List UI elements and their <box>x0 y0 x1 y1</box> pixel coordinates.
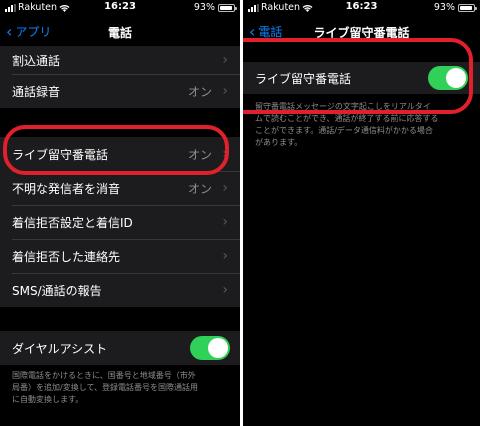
phone-settings-screen: Rakuten 16:23 93% ‹ アプリ 電話 割込通話 › 通話録音 オ… <box>0 0 240 426</box>
chevron-right-icon: › <box>222 83 228 99</box>
row-label: ダイヤルアシスト <box>12 341 108 356</box>
chevron-right-icon: › <box>222 52 228 68</box>
footer-line: があります。 <box>255 138 303 147</box>
footer-line: 国際電話をかけるときに、国番号と地域番号（市外 <box>12 371 196 380</box>
row-label: 不明な発信者を消音 <box>12 181 121 196</box>
battery-group: 93% <box>433 2 477 13</box>
battery-icon <box>458 3 477 12</box>
call-recording-row[interactable]: 通話録音 オン › <box>0 74 240 108</box>
blocked-contacts-row[interactable]: 着信拒否した連絡先 › <box>0 239 240 273</box>
call-waiting-row[interactable]: 割込通話 › <box>0 46 240 74</box>
call-blocking-id-row[interactable]: 着信拒否設定と着信ID › <box>0 205 240 239</box>
row-label: 割込通話 <box>12 53 61 68</box>
status-bar: Rakuten 16:23 93% <box>243 0 480 16</box>
page-title: 電話 <box>107 26 132 40</box>
dial-assist-toggle[interactable] <box>190 336 230 360</box>
chevron-right-icon: › <box>222 282 228 298</box>
sms-call-reporting-row[interactable]: SMS/通話の報告 › <box>0 273 240 307</box>
row-label: 着信拒否した連絡先 <box>12 249 121 264</box>
chevron-right-icon: › <box>222 248 228 264</box>
status-bar: Rakuten 16:23 93% <box>0 0 240 16</box>
footer-line: ムで読むことができ、通話が終了する前に応答する <box>255 114 439 123</box>
row-label: 通話録音 <box>12 84 61 99</box>
toggle-knob <box>208 338 228 358</box>
footer-line: ことができます。通話/データ通信料がかかる場合 <box>255 126 433 135</box>
highlight-ring <box>243 38 473 114</box>
footer-line: に自動変換します。 <box>12 395 84 404</box>
battery-icon <box>218 3 237 12</box>
navigation-bar: ‹ アプリ 電話 <box>0 16 240 48</box>
battery-percent: 93% <box>433 2 455 13</box>
settings-group-top: 割込通話 › 通話録音 オン › <box>0 46 240 108</box>
row-label: SMS/通話の報告 <box>12 283 102 298</box>
settings-group-dial-assist: ダイヤルアシスト <box>0 331 240 365</box>
chevron-right-icon: › <box>222 214 228 230</box>
live-voicemail-screen: Rakuten 16:23 93% ‹ 電話 ライブ留守番電話 ライブ留守番電話… <box>243 0 480 426</box>
battery-group: 93% <box>193 2 237 13</box>
battery-percent: 93% <box>193 2 215 13</box>
chevron-right-icon: › <box>222 180 228 196</box>
dial-assist-footer: 国際電話をかけるときに、国番号と地域番号（市外 局番）を追加/変換して、登録電話… <box>12 370 234 406</box>
row-value: オン <box>187 181 212 196</box>
silence-unknown-callers-row[interactable]: 不明な発信者を消音 オン › <box>0 171 240 205</box>
footer-line: 局番）を追加/変換して、登録電話番号を国際通話用 <box>12 383 199 392</box>
row-label: 着信拒否設定と着信ID <box>12 215 133 230</box>
highlight-ring <box>3 125 229 175</box>
dial-assist-row: ダイヤルアシスト <box>0 331 240 365</box>
row-value: オン <box>187 84 212 99</box>
